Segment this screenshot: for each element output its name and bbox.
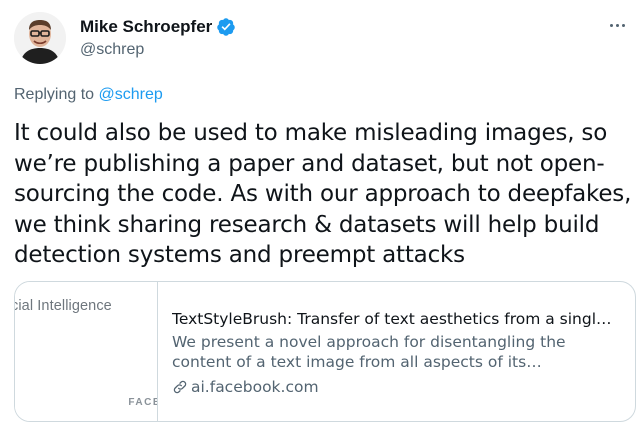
link-icon — [172, 379, 188, 395]
verified-badge-icon — [216, 17, 236, 37]
avatar[interactable] — [14, 12, 66, 64]
avatar-portrait-icon — [14, 12, 66, 64]
card-thumbnail-title: cial Intelligence — [15, 298, 112, 314]
link-preview-card[interactable]: cial Intelligence FACE TextStyleBrush: T… — [14, 281, 636, 422]
replying-to: Replying to @schrep — [14, 85, 163, 105]
more-icon — [609, 23, 613, 27]
more-options-button[interactable] — [602, 10, 632, 40]
author-name-row[interactable]: Mike Schroepfer — [80, 16, 236, 38]
replying-to-mention-link[interactable]: @schrep — [99, 86, 163, 103]
replying-to-label: Replying to — [14, 86, 99, 103]
tweet-text: It could also be used to make misleading… — [14, 120, 632, 268]
card-description: We present a novel approach for disentan… — [172, 333, 566, 371]
card-title: TextStyleBrush: Transfer of text aesthet… — [172, 310, 621, 328]
card-domain: ai.facebook.com — [191, 378, 319, 396]
card-domain-row: ai.facebook.com — [172, 377, 621, 397]
card-thumbnail[interactable]: cial Intelligence FACE — [15, 282, 158, 421]
card-thumbnail-brand: FACE — [128, 397, 158, 408]
card-body[interactable]: TextStyleBrush: Transfer of text aesthet… — [158, 282, 635, 421]
author-handle[interactable]: @schrep — [80, 40, 144, 60]
author-display-name[interactable]: Mike Schroepfer — [80, 16, 212, 38]
